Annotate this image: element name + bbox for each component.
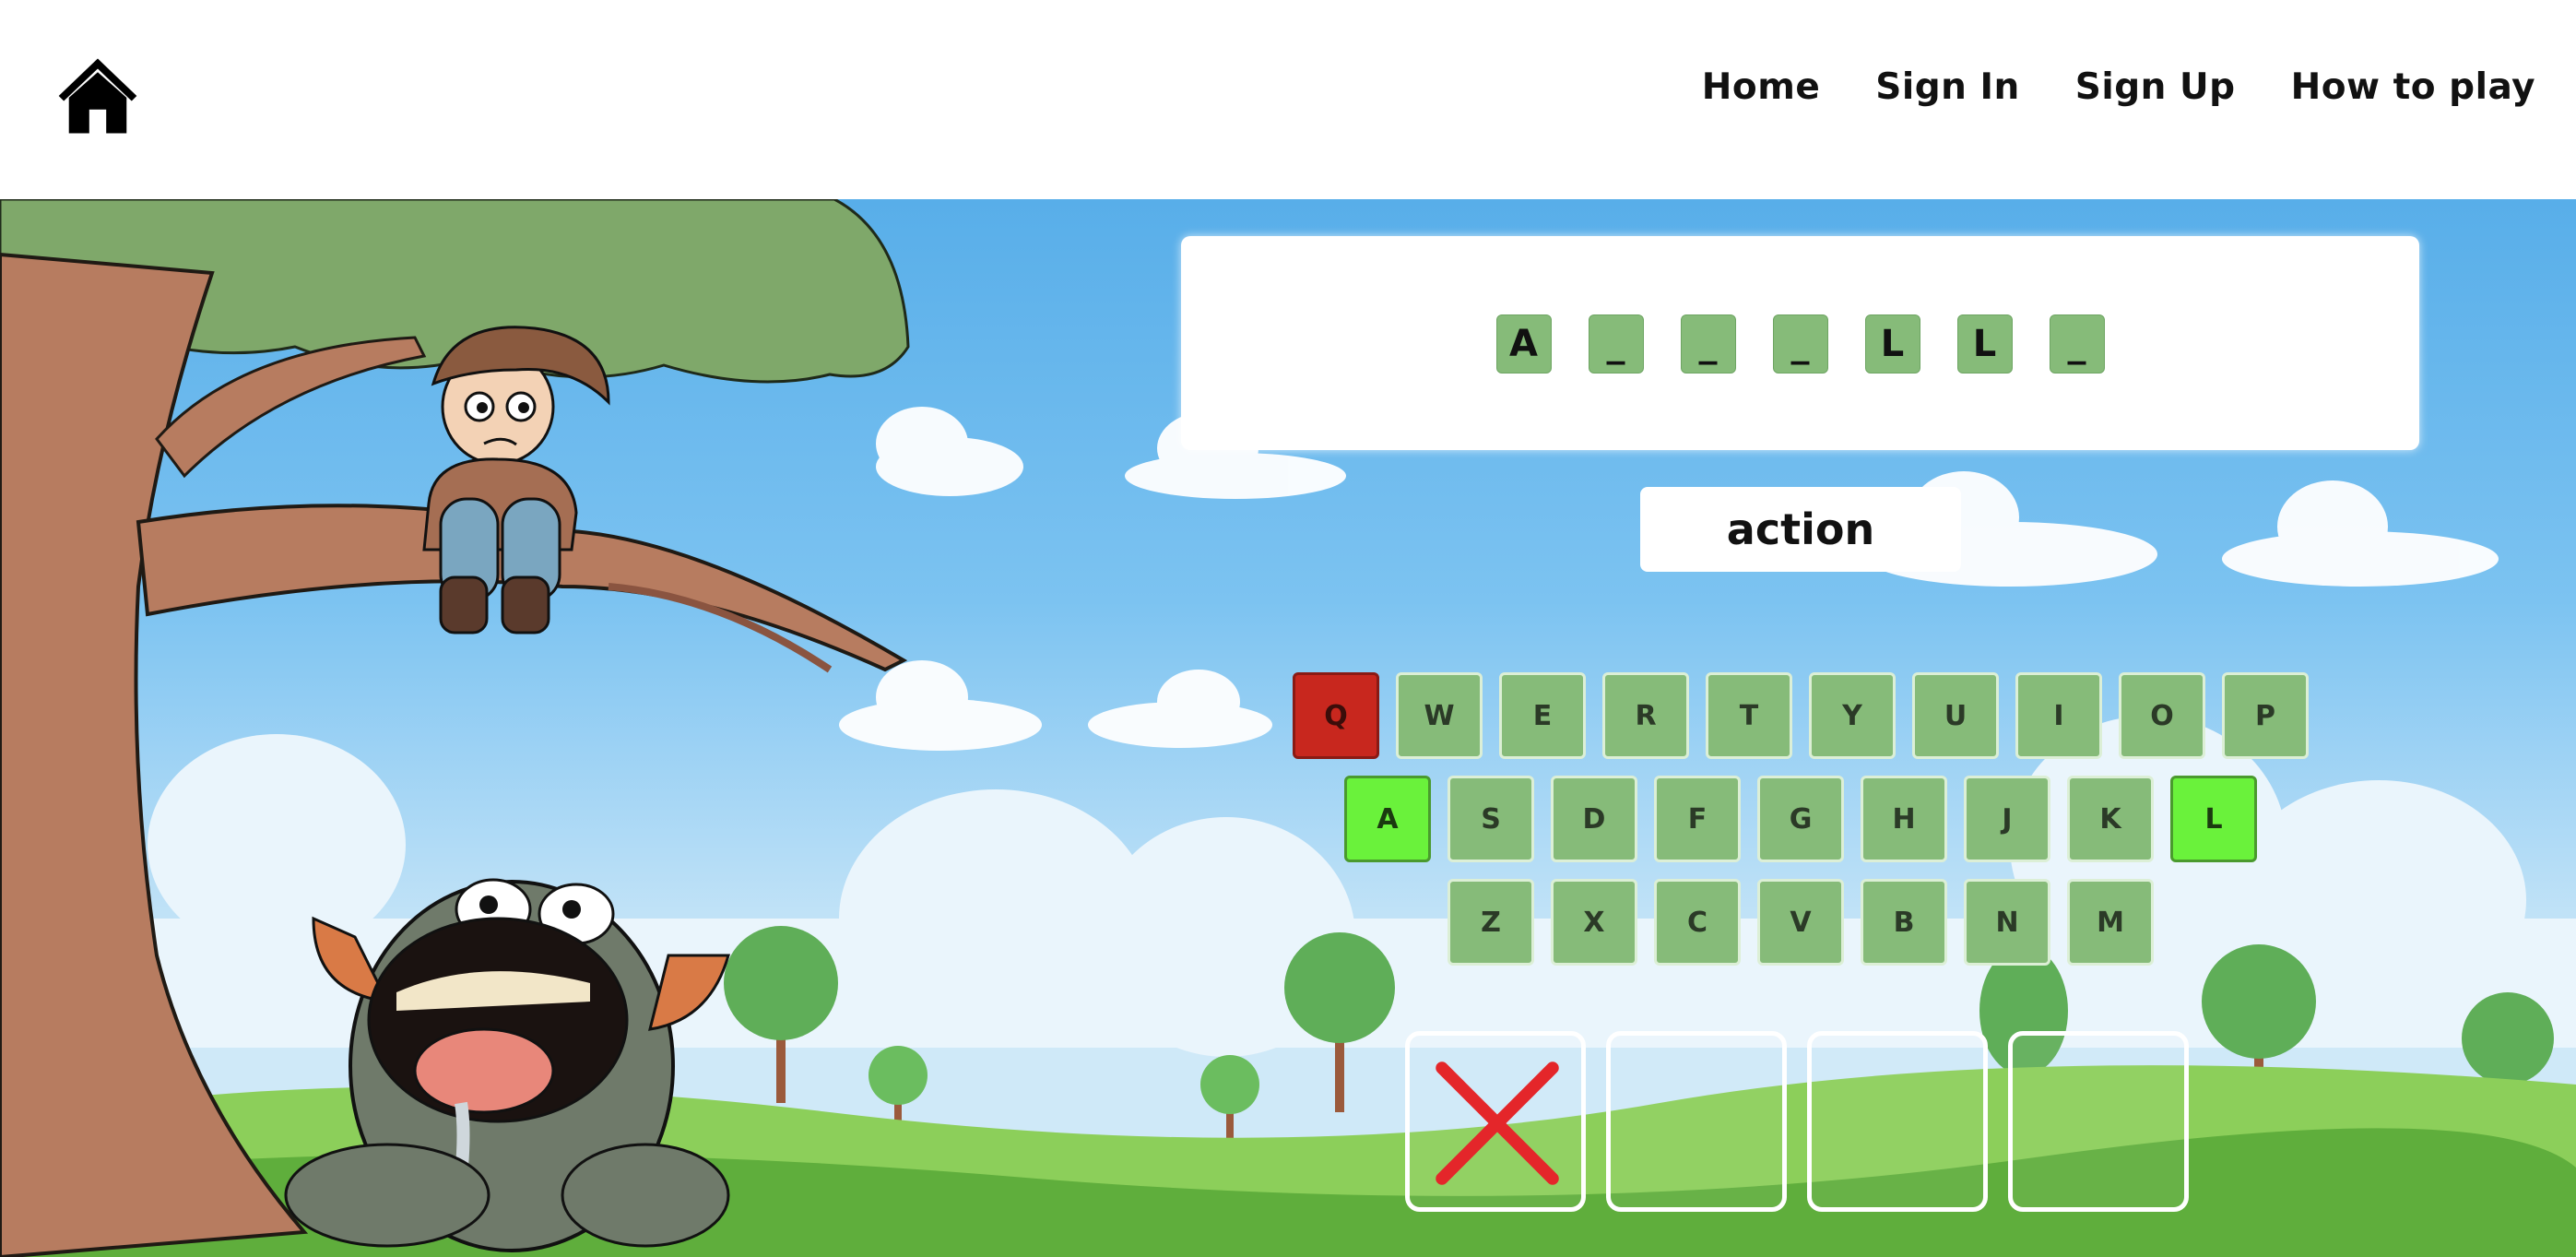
life-slot	[1606, 1031, 1787, 1212]
key-y[interactable]: Y	[1809, 672, 1896, 759]
key-w[interactable]: W	[1396, 672, 1483, 759]
letter-tile: _	[1680, 314, 1736, 374]
key-n[interactable]: N	[1964, 879, 2050, 966]
key-m[interactable]: M	[2067, 879, 2154, 966]
keyboard-row-1: QWERTYUIOP	[1293, 672, 2309, 759]
letter-tile: _	[1772, 314, 1828, 374]
nav-links: Home Sign In Sign Up How to play	[1702, 66, 2535, 108]
key-i[interactable]: I	[2015, 672, 2102, 759]
top-navbar: Home Sign In Sign Up How to play	[0, 0, 2576, 199]
letter-tiles: A _ _ _ L L _	[1181, 314, 2419, 374]
letter-tile: L	[1864, 314, 1920, 374]
key-x[interactable]: X	[1551, 879, 1637, 966]
life-slot	[1405, 1031, 1586, 1212]
nav-link-how-to-play[interactable]: How to play	[2291, 66, 2535, 108]
key-z[interactable]: Z	[1448, 879, 1534, 966]
key-p[interactable]: P	[2222, 672, 2309, 759]
key-c[interactable]: C	[1654, 879, 1741, 966]
game-scene: A _ _ _ L L _ action QWERTYUIOP ASDFGHJK…	[0, 199, 2576, 1257]
key-t[interactable]: T	[1706, 672, 1792, 759]
key-f[interactable]: F	[1654, 776, 1741, 862]
nav-link-sign-up[interactable]: Sign Up	[2075, 66, 2236, 108]
key-s[interactable]: S	[1448, 776, 1534, 862]
key-b[interactable]: B	[1861, 879, 1947, 966]
key-e[interactable]: E	[1499, 672, 1586, 759]
letter-tile: _	[1588, 314, 1644, 374]
life-slot	[2008, 1031, 2189, 1212]
letter-tile: _	[2049, 314, 2105, 374]
nav-link-home[interactable]: Home	[1702, 66, 1821, 108]
hint-box: action	[1640, 487, 1961, 572]
house-icon[interactable]	[55, 53, 140, 138]
key-a[interactable]: A	[1344, 776, 1431, 862]
key-v[interactable]: V	[1757, 879, 1844, 966]
key-u[interactable]: U	[1912, 672, 1999, 759]
keyboard-row-2: ASDFGHJKL	[1344, 776, 2257, 862]
lives-tracker	[1405, 1031, 2189, 1212]
letter-tile: L	[1956, 314, 2013, 374]
red-x-icon	[1436, 1061, 1559, 1185]
word-panel: A _ _ _ L L _	[1181, 236, 2419, 450]
key-r[interactable]: R	[1602, 672, 1689, 759]
key-d[interactable]: D	[1551, 776, 1637, 862]
key-g[interactable]: G	[1757, 776, 1844, 862]
letter-tile: A	[1495, 314, 1552, 374]
key-k[interactable]: K	[2067, 776, 2154, 862]
key-j[interactable]: J	[1964, 776, 2050, 862]
key-o[interactable]: O	[2119, 672, 2205, 759]
key-h[interactable]: H	[1861, 776, 1947, 862]
nav-link-sign-in[interactable]: Sign In	[1875, 66, 2020, 108]
key-q[interactable]: Q	[1293, 672, 1379, 759]
life-slot	[1807, 1031, 1988, 1212]
keyboard-row-3: ZXCVBNM	[1448, 879, 2154, 966]
key-l[interactable]: L	[2170, 776, 2257, 862]
